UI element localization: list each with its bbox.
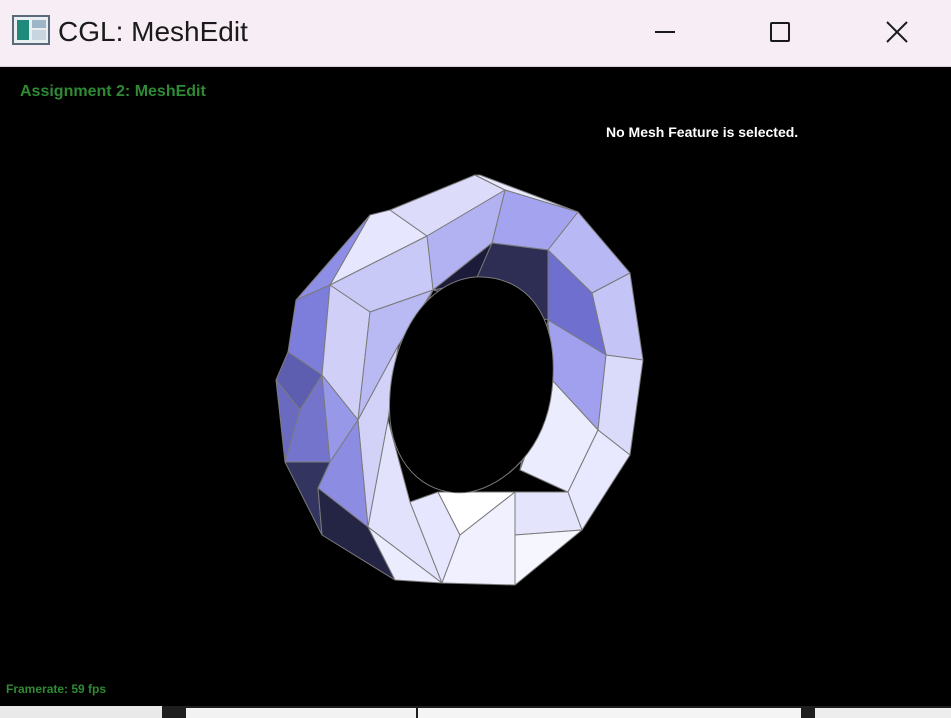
app-window: CGL: MeshEdit Assignment 2: MeshEdit No … [0,0,951,706]
torus-mesh[interactable] [0,67,951,706]
framerate-readout: Framerate: 59 fps [6,682,107,696]
background-window-strip [0,706,951,718]
title-bar[interactable]: CGL: MeshEdit [0,0,951,67]
render-viewport[interactable]: Assignment 2: MeshEdit No Mesh Feature i… [0,67,951,706]
minimize-button[interactable] [640,10,690,54]
window-title: CGL: MeshEdit [58,16,248,47]
close-icon [886,21,908,43]
maximize-button[interactable] [755,10,805,54]
close-button[interactable] [872,10,922,54]
minimize-icon [655,31,675,33]
app-window-icon [12,15,50,45]
maximize-icon [770,22,790,42]
selection-status: No Mesh Feature is selected. [606,124,799,140]
assignment-heading: Assignment 2: MeshEdit [20,83,206,100]
